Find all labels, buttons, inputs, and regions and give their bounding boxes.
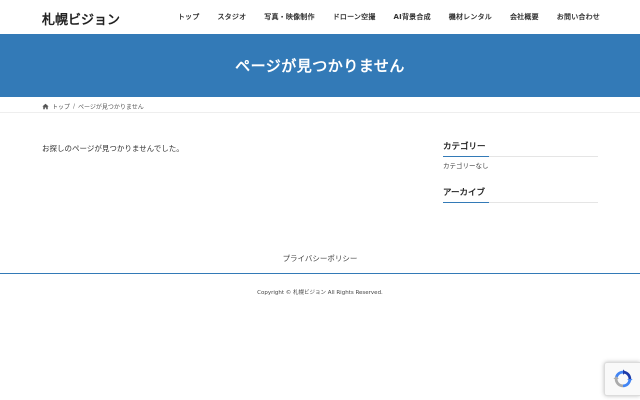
breadcrumb: トップ / ページが見つかりません — [42, 100, 144, 112]
breadcrumb-home-link[interactable]: トップ — [52, 102, 70, 111]
nav-item-contact[interactable]: お問い合わせ — [548, 12, 600, 22]
sidebar: カテゴリー カテゴリーなし アーカイブ — [443, 140, 598, 203]
global-nav: トップ スタジオ 写真・映像制作 ドローン空撮 AI背景合成 機材レンタル 会社… — [169, 0, 600, 34]
archive-widget: アーカイブ — [443, 186, 598, 203]
nav-item-top[interactable]: トップ — [169, 12, 209, 22]
category-widget-title: カテゴリー — [443, 140, 598, 157]
home-icon — [42, 103, 49, 109]
category-empty-text: カテゴリーなし — [443, 162, 489, 170]
nav-item-ai-background[interactable]: AI背景合成 — [385, 12, 440, 22]
site-header: 札幌ビジョン トップ スタジオ 写真・映像制作 ドローン空撮 AI背景合成 機材… — [0, 0, 640, 34]
footer-divider — [0, 273, 640, 274]
footer-menu: プライバシーポリシー — [0, 253, 640, 264]
copyright-text: Copyright © 札幌ビジョン All Rights Reserved. — [257, 290, 383, 296]
page-title: ページが見つかりません — [235, 57, 405, 75]
page-header-band: ページが見つかりません — [0, 34, 640, 97]
privacy-policy-link[interactable]: プライバシーポリシー — [283, 254, 358, 263]
recaptcha-badge[interactable] — [604, 362, 640, 396]
breadcrumb-divider — [0, 112, 640, 113]
category-widget: カテゴリー カテゴリーなし — [443, 140, 598, 170]
nav-item-company[interactable]: 会社概要 — [501, 12, 548, 22]
nav-item-equipment-rental[interactable]: 機材レンタル — [440, 12, 501, 22]
archive-widget-title: アーカイブ — [443, 186, 598, 203]
breadcrumb-current: ページが見つかりません — [78, 103, 144, 111]
nav-item-photo-video[interactable]: 写真・映像制作 — [255, 12, 323, 22]
site-logo[interactable]: 札幌ビジョン — [42, 9, 120, 28]
breadcrumb-separator: / — [73, 102, 76, 110]
nav-item-studio[interactable]: スタジオ — [208, 12, 255, 22]
recaptcha-icon — [612, 369, 633, 388]
not-found-message: お探しのページが見つかりませんでした。 — [42, 144, 184, 153]
nav-item-drone[interactable]: ドローン空撮 — [324, 12, 385, 22]
